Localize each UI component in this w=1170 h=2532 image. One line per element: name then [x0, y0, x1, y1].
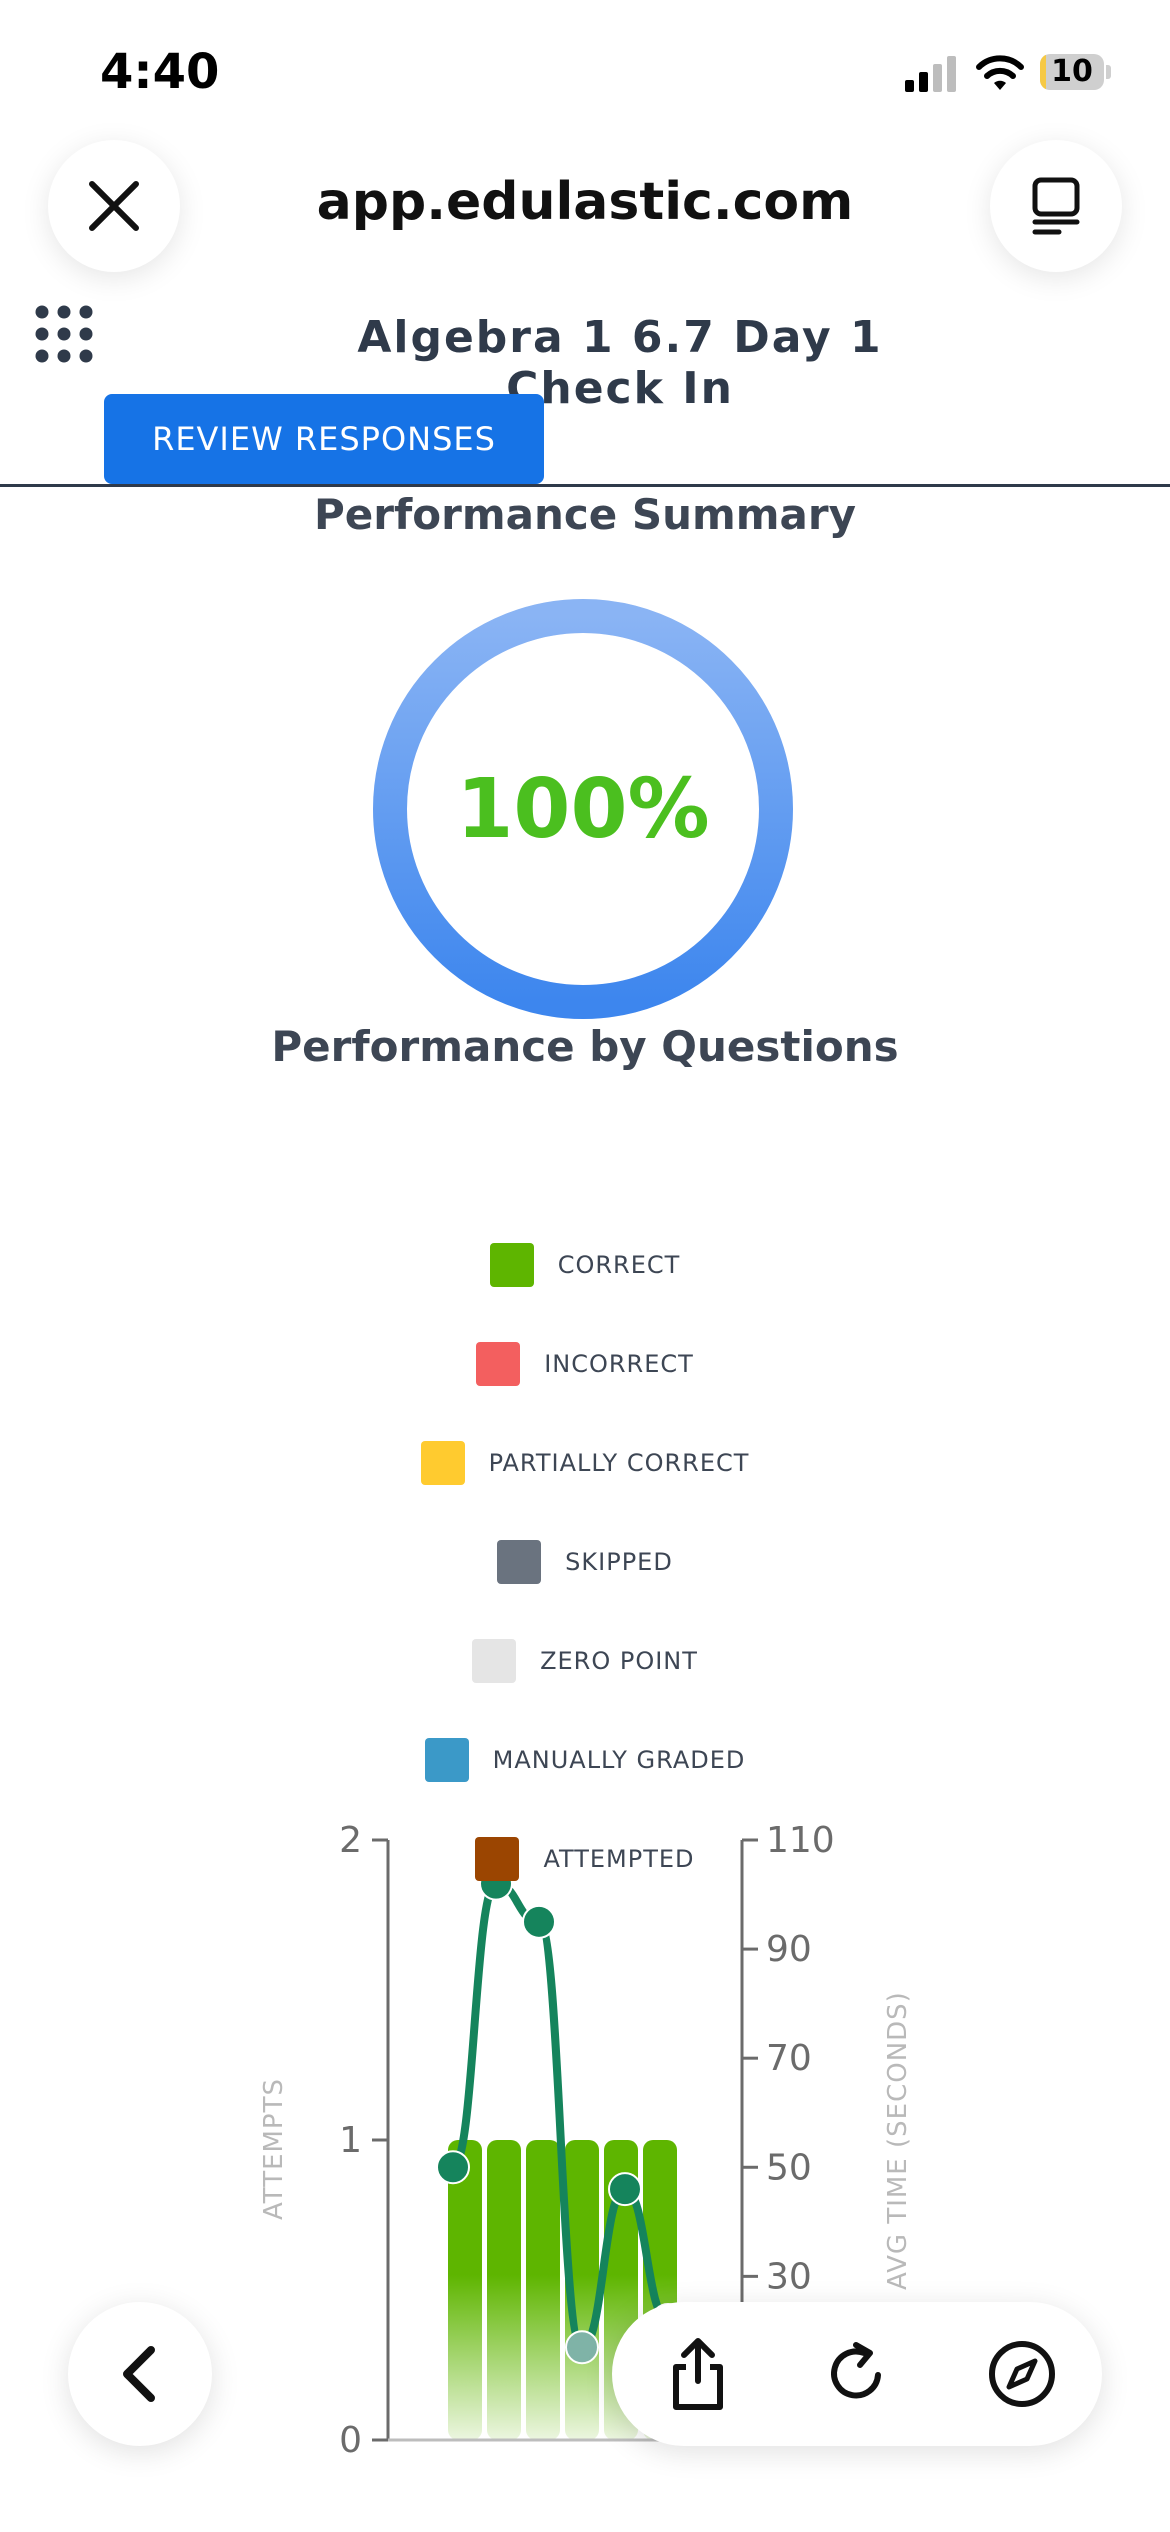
legend-label: PARTIALLY CORRECT	[488, 1449, 750, 1477]
legend-item-manually-graded[interactable]: MANUALLY GRADED	[0, 1737, 1170, 1783]
y-tick-label: 0	[339, 2420, 362, 2461]
y2-tick-label: 70	[766, 2038, 812, 2079]
performance-by-questions-heading: Performance by Questions	[271, 1022, 899, 1071]
browser-toolbar	[612, 2302, 1102, 2446]
legend-label: ZERO POINT	[540, 1647, 698, 1675]
y2-tick-label: 50	[766, 2147, 812, 2188]
compass-icon	[989, 2341, 1055, 2407]
y-tick-label: 1	[339, 2120, 362, 2161]
app-grid-icon[interactable]	[34, 304, 94, 364]
legend-label: CORRECT	[557, 1251, 681, 1279]
legend-item-skipped[interactable]: SKIPPED	[0, 1539, 1170, 1585]
back-button[interactable]	[68, 2302, 212, 2446]
reader-mode-button[interactable]	[990, 140, 1122, 272]
legend-swatch	[497, 1540, 542, 1584]
legend-item-partially-correct[interactable]: PARTIALLY CORRECT	[0, 1440, 1170, 1486]
compass-button[interactable]	[982, 2334, 1062, 2414]
reload-button[interactable]	[817, 2334, 897, 2414]
avg-time-point-5[interactable]	[608, 2172, 642, 2207]
share-icon	[673, 2338, 723, 2410]
y-axis-title: ATTEMPTS	[259, 2078, 289, 2220]
legend-item-attempted[interactable]: ATTEMPTED	[0, 1836, 1170, 1882]
y2-tick-label: 90	[766, 1929, 812, 1970]
y2-tick-label: 30	[766, 2256, 812, 2297]
legend-label: ATTEMPTED	[543, 1845, 695, 1873]
chart-bar-2[interactable]	[487, 2140, 521, 2440]
legend-label: INCORRECT	[544, 1350, 694, 1378]
reader-mode-icon	[1032, 177, 1080, 235]
legend-swatch	[424, 1738, 469, 1782]
legend-label: SKIPPED	[565, 1548, 673, 1576]
avg-time-point-1[interactable]	[436, 2150, 470, 2185]
avg-time-point-3[interactable]	[522, 1904, 556, 1939]
header-divider	[0, 484, 1170, 487]
reload-icon	[831, 2342, 881, 2399]
review-responses-button[interactable]: REVIEW RESPONSES	[104, 394, 544, 484]
y2-axis-title: AVG TIME (SECONDS)	[883, 1991, 913, 2290]
battery-level: 10	[1051, 54, 1093, 89]
back-icon	[123, 2346, 155, 2402]
chart-bar-3[interactable]	[526, 2140, 560, 2440]
legend-swatch	[475, 1837, 520, 1881]
legend-swatch	[420, 1441, 465, 1485]
legend-swatch	[476, 1342, 521, 1386]
score-percent: 100%	[456, 761, 710, 857]
legend-item-incorrect[interactable]: INCORRECT	[0, 1341, 1170, 1387]
battery-icon: 10	[1040, 54, 1111, 90]
avg-time-point-4[interactable]	[565, 2330, 599, 2365]
legend-item-correct[interactable]: CORRECT	[0, 1242, 1170, 1288]
legend-swatch	[489, 1243, 534, 1287]
performance-summary-heading: Performance Summary	[314, 490, 856, 539]
wifi-icon	[976, 55, 1024, 90]
status-time: 4:40	[100, 44, 220, 100]
legend-item-zero-point[interactable]: ZERO POINT	[0, 1638, 1170, 1684]
share-button[interactable]	[658, 2334, 738, 2414]
legend-label: MANUALLY GRADED	[492, 1746, 746, 1774]
cellular-signal-icon	[905, 56, 956, 92]
legend-swatch	[472, 1639, 517, 1683]
chart-bar-1[interactable]	[448, 2140, 482, 2440]
